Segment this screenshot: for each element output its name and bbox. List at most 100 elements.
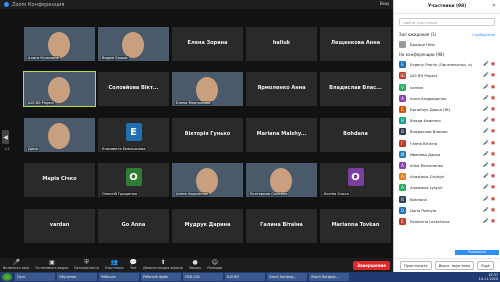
clock-date: 14.11.2020 (478, 277, 498, 281)
participant-row[interactable]: A Anastasia Lysyuk 🎤 ▣ (394, 182, 500, 193)
avatar: В (399, 128, 406, 136)
taskbar-item[interactable]: Обучение (57, 273, 97, 281)
mic-muted-button[interactable]: 🎤 Включить звук (3, 260, 30, 271)
toolbar-label: Чат (130, 266, 137, 270)
participant-name: Alina Romanenko (410, 162, 443, 168)
participant-tile[interactable]: E Елизавета Емельянова (97, 117, 170, 153)
participant-row[interactable]: E Ekaterina Leshcheva 🎤 ▣ (394, 216, 500, 227)
in-meeting-section[interactable]: На конференции (98) (394, 50, 500, 59)
participant-tile[interactable]: O Олексій Гращенко (97, 162, 170, 198)
participant-name: vardan (49, 222, 70, 228)
participant-tile[interactable]: Вадим Ершов (97, 26, 170, 62)
participant-tile[interactable]: Алиса Кузьмина (23, 26, 96, 62)
participant-row[interactable]: Г Ганна Вітаїна 🎤 ▣ (394, 138, 500, 149)
end-meeting-button[interactable]: Завершение (353, 260, 390, 270)
participant-tile[interactable]: Bohdana (319, 117, 392, 153)
shield-button[interactable]: ⛨ Безопасность (74, 260, 99, 271)
reactions-button[interactable]: ☺ Реакции (207, 260, 222, 271)
share-screen-button[interactable]: ⬆ Демонстрация экрана (143, 260, 183, 271)
participant-tile[interactable]: Екатерина Охотина (245, 162, 318, 198)
participant-caption: Вадим Ершов (101, 56, 129, 60)
participant-tile[interactable]: Go Anna (97, 208, 170, 244)
window-titlebar: Zoom Конференция Вид (0, 0, 393, 9)
mic-icon: 🎤 (483, 196, 489, 202)
participant-row[interactable]: D Daria Pokhyla 🎤 ▣ (394, 205, 500, 216)
avatar: B (399, 195, 406, 203)
participant-row[interactable]: А Алла Андрощенко 🎤 ▣ (394, 93, 500, 104)
participant-row[interactable]: В Влада Хоменко 🎤 ▣ (394, 115, 500, 126)
prev-page-arrow-icon[interactable]: ◀ (2, 130, 9, 144)
participant-tile[interactable]: Artem Kapustinov (171, 162, 244, 198)
mute-all-button[interactable]: Выкл. звук всех (434, 261, 475, 270)
waiting-room-label: Зал ожидания (1) (399, 32, 437, 37)
avatar: E (399, 61, 406, 69)
mic-icon: 🎤 (483, 73, 489, 79)
participant-tile[interactable]: haliuk (245, 26, 318, 62)
more-button[interactable]: Ещё (477, 261, 494, 270)
participant-tile[interactable]: Елена Мартыньюк (171, 71, 244, 107)
view-button[interactable]: Вид (380, 2, 389, 7)
toolbar-label: Безопасность (74, 266, 99, 270)
participants-button[interactable]: 👥 Участники (105, 260, 124, 271)
participant-tile[interactable]: ШЭ ВЭ Project (23, 71, 96, 107)
participant-tile[interactable]: Марія Січко (23, 162, 96, 198)
participant-caption: Artem Kapustinov (175, 192, 210, 196)
participants-panel: Участники (98) ✕ Найти участника Зал ожи… (393, 0, 500, 272)
participant-caption: Олексій Гращенко (101, 192, 138, 196)
taskbar-item[interactable]: Пуск (15, 273, 55, 281)
avatar: Б (399, 106, 406, 114)
participant-tile[interactable]: Дима (23, 117, 96, 153)
avatar: Ш (399, 72, 406, 80)
participant-name: Bohdana (343, 131, 368, 137)
taskbar-item[interactable]: Рабочие (99, 273, 139, 281)
allow-join-tooltip: Разрешить присоединение (455, 250, 499, 258)
taskbar-item[interactable]: Zoom Конфер... (309, 273, 349, 281)
participant-name: Галина Вітаїна (260, 222, 303, 228)
participant-tile[interactable]: Соловйова Вікт... (97, 71, 170, 107)
participant-search-input[interactable]: Найти участника (399, 18, 495, 26)
participant-tile[interactable]: Mariana Malshy... (245, 117, 318, 153)
system-tray-clock[interactable]: 15:37 14.11.2020 (479, 273, 498, 281)
participant-tile[interactable]: Вікторія Гунько (171, 117, 244, 153)
participant-tile[interactable]: Ярмоленко Анна (245, 71, 318, 107)
participant-row[interactable]: B Bohdana 🎤 ▣ (394, 193, 500, 204)
mic-icon: 🎤 (483, 95, 489, 101)
participant-row[interactable]: Ш ШЭ ВЭ Project 🎤 ▣ (394, 70, 500, 81)
participant-row[interactable]: A Anastasia Grytsyk 🎤 ▣ (394, 171, 500, 182)
taskbar-item[interactable]: CRD-201 (183, 273, 223, 281)
waiting-participant-row[interactable]: Бродця Ніна (394, 39, 500, 50)
chat-button[interactable]: 💬 Чат (130, 260, 137, 271)
participant-row[interactable]: Vvardan 🎤 ▣ (394, 82, 500, 93)
taskbar-item[interactable]: Рабочий файл (141, 273, 181, 281)
participant-tile[interactable]: O Ксенія Ольга (319, 162, 392, 198)
participant-row[interactable]: Б Богайчук Дарья (Ж) 🎤 ▣ (394, 104, 500, 115)
participant-tile[interactable]: Галина Вітаїна (245, 208, 318, 244)
start-button-icon[interactable] (2, 273, 12, 281)
participant-row[interactable]: В Владислав Власюк 🎤 ▣ (394, 126, 500, 137)
participant-name: Влада Хоменко (410, 118, 441, 124)
participant-caption: Елена Мартыньюк (175, 101, 212, 105)
participant-name: Daria Pokhyla (410, 207, 437, 213)
camera-icon: ▣ (490, 151, 495, 157)
participant-tile[interactable]: vardan (23, 208, 96, 244)
participant-tile[interactable]: Елена Зорина (171, 26, 244, 62)
participant-tile[interactable]: Владислав Влас... (319, 71, 392, 107)
message-link[interactable]: Сообщение (472, 32, 495, 37)
participant-name: haliuk (272, 40, 291, 46)
participant-row[interactable]: E Evgeny Pronin (Организатор, я) 🎤 ▣ (394, 59, 500, 70)
waiting-room-section[interactable]: Зал ожидания (1) Сообщение (394, 30, 500, 39)
participant-name: Мудрук Дарина (184, 222, 231, 228)
video-button[interactable]: ▣ Остановить видео (36, 260, 69, 271)
participant-row[interactable]: И Иванова Дарья 🎤 ▣ (394, 149, 500, 160)
close-icon[interactable]: ✕ (492, 3, 496, 9)
participant-tile[interactable]: Лещенкова Анна (319, 26, 392, 62)
participant-name: Ганна Вітаїна (410, 140, 438, 146)
record-button[interactable]: ● Запись (189, 260, 202, 271)
taskbar-item[interactable]: ШЭ ВЭ (225, 273, 265, 281)
participant-tile[interactable]: Мудрук Дарина (171, 208, 244, 244)
taskbar-item[interactable]: Zoom Конфер... (267, 273, 307, 281)
invite-button[interactable]: Пригласить (400, 261, 432, 270)
camera-icon: ▣ (490, 218, 495, 224)
participant-tile[interactable]: Marianna Tovkan (319, 208, 392, 244)
participant-row[interactable]: A Alina Romanenko 🎤 ▣ (394, 160, 500, 171)
